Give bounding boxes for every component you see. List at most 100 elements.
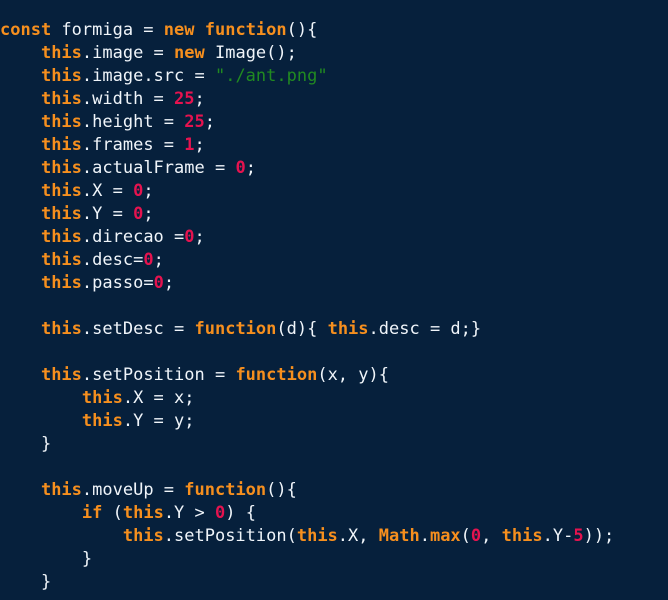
token-punc: ; [143, 181, 154, 201]
token-fn: function [204, 20, 287, 40]
token-plain: .Y = y; [122, 411, 195, 431]
token-plain: .image = [81, 43, 175, 63]
code-line: this.X = x; [0, 387, 668, 410]
token-num: 0 [235, 158, 246, 178]
token-num: 0 [470, 526, 482, 546]
code-line: ​ [0, 456, 668, 479]
token-plain: . [419, 526, 430, 546]
token-plain: .passo= [81, 273, 154, 293]
code-line: this.image = new Image(); [0, 42, 668, 65]
token-num: 1 [184, 135, 195, 155]
token-punc: ; [204, 112, 215, 132]
token-plain: .height = [81, 112, 185, 132]
token-plain: .setPosition( [163, 526, 297, 546]
token-punc: (x, y){ [317, 365, 389, 385]
code-line: } [0, 571, 668, 594]
token-this: this [40, 89, 82, 109]
token-kw: if [81, 503, 103, 523]
token-this: this [40, 43, 82, 63]
token-this: this [40, 250, 82, 270]
token-this: this [40, 273, 82, 293]
token-this: this [40, 181, 82, 201]
code-line: this.X = 0; [0, 180, 668, 203]
token-num: 0 [215, 503, 226, 523]
token-bi: max [429, 526, 461, 546]
token-punc: ; [163, 273, 175, 293]
code-line: this.frames = 1; [0, 134, 668, 157]
token-kw: new [163, 20, 195, 40]
code-line: this.Y = y; [0, 410, 668, 433]
token-punc: ; [153, 250, 164, 270]
token-num: 0 [133, 204, 144, 224]
token-punc: ; [245, 158, 256, 178]
token-plain: .image.src = [81, 66, 215, 86]
token-this: this [40, 365, 82, 385]
token-punc: } [0, 572, 52, 592]
token-punc: ; [143, 204, 154, 224]
code-line: } [0, 548, 668, 571]
code-line: this.setPosition = function(x, y){ [0, 364, 668, 387]
token-num: 25 [174, 89, 195, 109]
token-num: 0 [143, 250, 154, 270]
token-plain: .moveUp = [81, 480, 185, 500]
token-plain: .X = x; [122, 388, 195, 408]
token-kw: const [0, 20, 52, 40]
code-viewer: const formiga = new function(){ this.ima… [0, 0, 668, 600]
token-fn: function [235, 365, 318, 385]
token-fn: function [194, 319, 277, 339]
code-line: this.height = 25; [0, 111, 668, 134]
token-this: this [40, 480, 82, 500]
token-plain: .desc= [81, 250, 144, 270]
token-punc: } [0, 549, 93, 569]
code-line: this.setPosition(this.X, Math.max(0, thi… [0, 525, 668, 548]
token-this: this [81, 411, 123, 431]
code-line: this.moveUp = function(){ [0, 479, 668, 502]
code-line: this.setDesc = function(d){ this.desc = … [0, 318, 668, 341]
token-this: this [122, 503, 164, 523]
token-this: this [40, 319, 82, 339]
code-line: ​ [0, 295, 668, 318]
token-this: this [122, 526, 164, 546]
token-punc: ; [194, 227, 205, 247]
code-line: ​ [0, 341, 668, 364]
token-punc: ( [102, 503, 123, 523]
token-num: 25 [184, 112, 205, 132]
token-punc: ) { [225, 503, 256, 523]
token-plain: .frames = [81, 135, 185, 155]
token-plain: formiga = [51, 20, 164, 40]
token-plain: .direcao = [81, 227, 185, 247]
token-plain: .setDesc = [81, 319, 195, 339]
token-punc: (d){ [276, 319, 328, 339]
token-this: this [40, 227, 82, 247]
code-line: this.Y = 0; [0, 203, 668, 226]
token-plain: .width = [81, 89, 175, 109]
token-this: this [40, 204, 82, 224]
code-line: if (this.Y > 0) { [0, 502, 668, 525]
token-plain: .Y- [542, 526, 574, 546]
code-line: this.passo=0; [0, 272, 668, 295]
token-plain: .X = [81, 181, 134, 201]
token-punc: ; [194, 89, 205, 109]
token-num: 0 [133, 181, 144, 201]
token-kw: new [174, 43, 205, 63]
token-dots: ... [41, 595, 72, 600]
token-fn: function [184, 480, 267, 500]
token-this: this [40, 112, 82, 132]
token-punc: )); [583, 526, 615, 546]
token-punc: } [0, 434, 52, 454]
token-num: 0 [153, 273, 164, 293]
token-plain: .actualFrame = [81, 158, 236, 178]
